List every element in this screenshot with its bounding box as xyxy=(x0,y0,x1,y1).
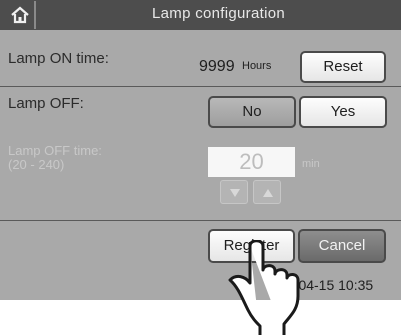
lamp-on-hours-unit: Hours xyxy=(242,60,272,72)
divider xyxy=(0,86,401,87)
lamp-off-no-button[interactable]: No xyxy=(208,96,296,128)
home-icon xyxy=(11,6,29,24)
lamp-off-label: Lamp OFF: xyxy=(8,95,84,112)
page-title: Lamp configuration xyxy=(152,5,285,22)
lamp-on-time-label: Lamp ON time: xyxy=(8,50,109,67)
reset-button[interactable]: Reset xyxy=(300,51,386,83)
lamp-off-yes-button[interactable]: Yes xyxy=(299,96,387,128)
lamp-config-screen: Lamp configuration Lamp ON time: 9999 Ho… xyxy=(0,0,401,300)
title-bar: Lamp configuration xyxy=(0,0,401,30)
home-button[interactable] xyxy=(4,1,36,29)
triangle-up-icon xyxy=(263,189,273,197)
lamp-off-time-label-line1: Lamp OFF time: xyxy=(8,143,102,158)
lamp-off-time-label: Lamp OFF time: (20 - 240) xyxy=(8,144,102,172)
lamp-off-time-field[interactable]: 20 xyxy=(208,147,295,177)
lamp-off-time-range: (20 - 240) xyxy=(8,157,65,172)
decrement-button[interactable] xyxy=(220,180,248,204)
divider xyxy=(0,220,401,221)
lamp-on-hours-value: 9999 xyxy=(199,58,235,75)
increment-button[interactable] xyxy=(253,180,281,204)
lamp-off-time-unit: min xyxy=(302,158,320,170)
triangle-down-icon xyxy=(230,189,240,197)
pointing-hand-icon xyxy=(228,240,300,335)
